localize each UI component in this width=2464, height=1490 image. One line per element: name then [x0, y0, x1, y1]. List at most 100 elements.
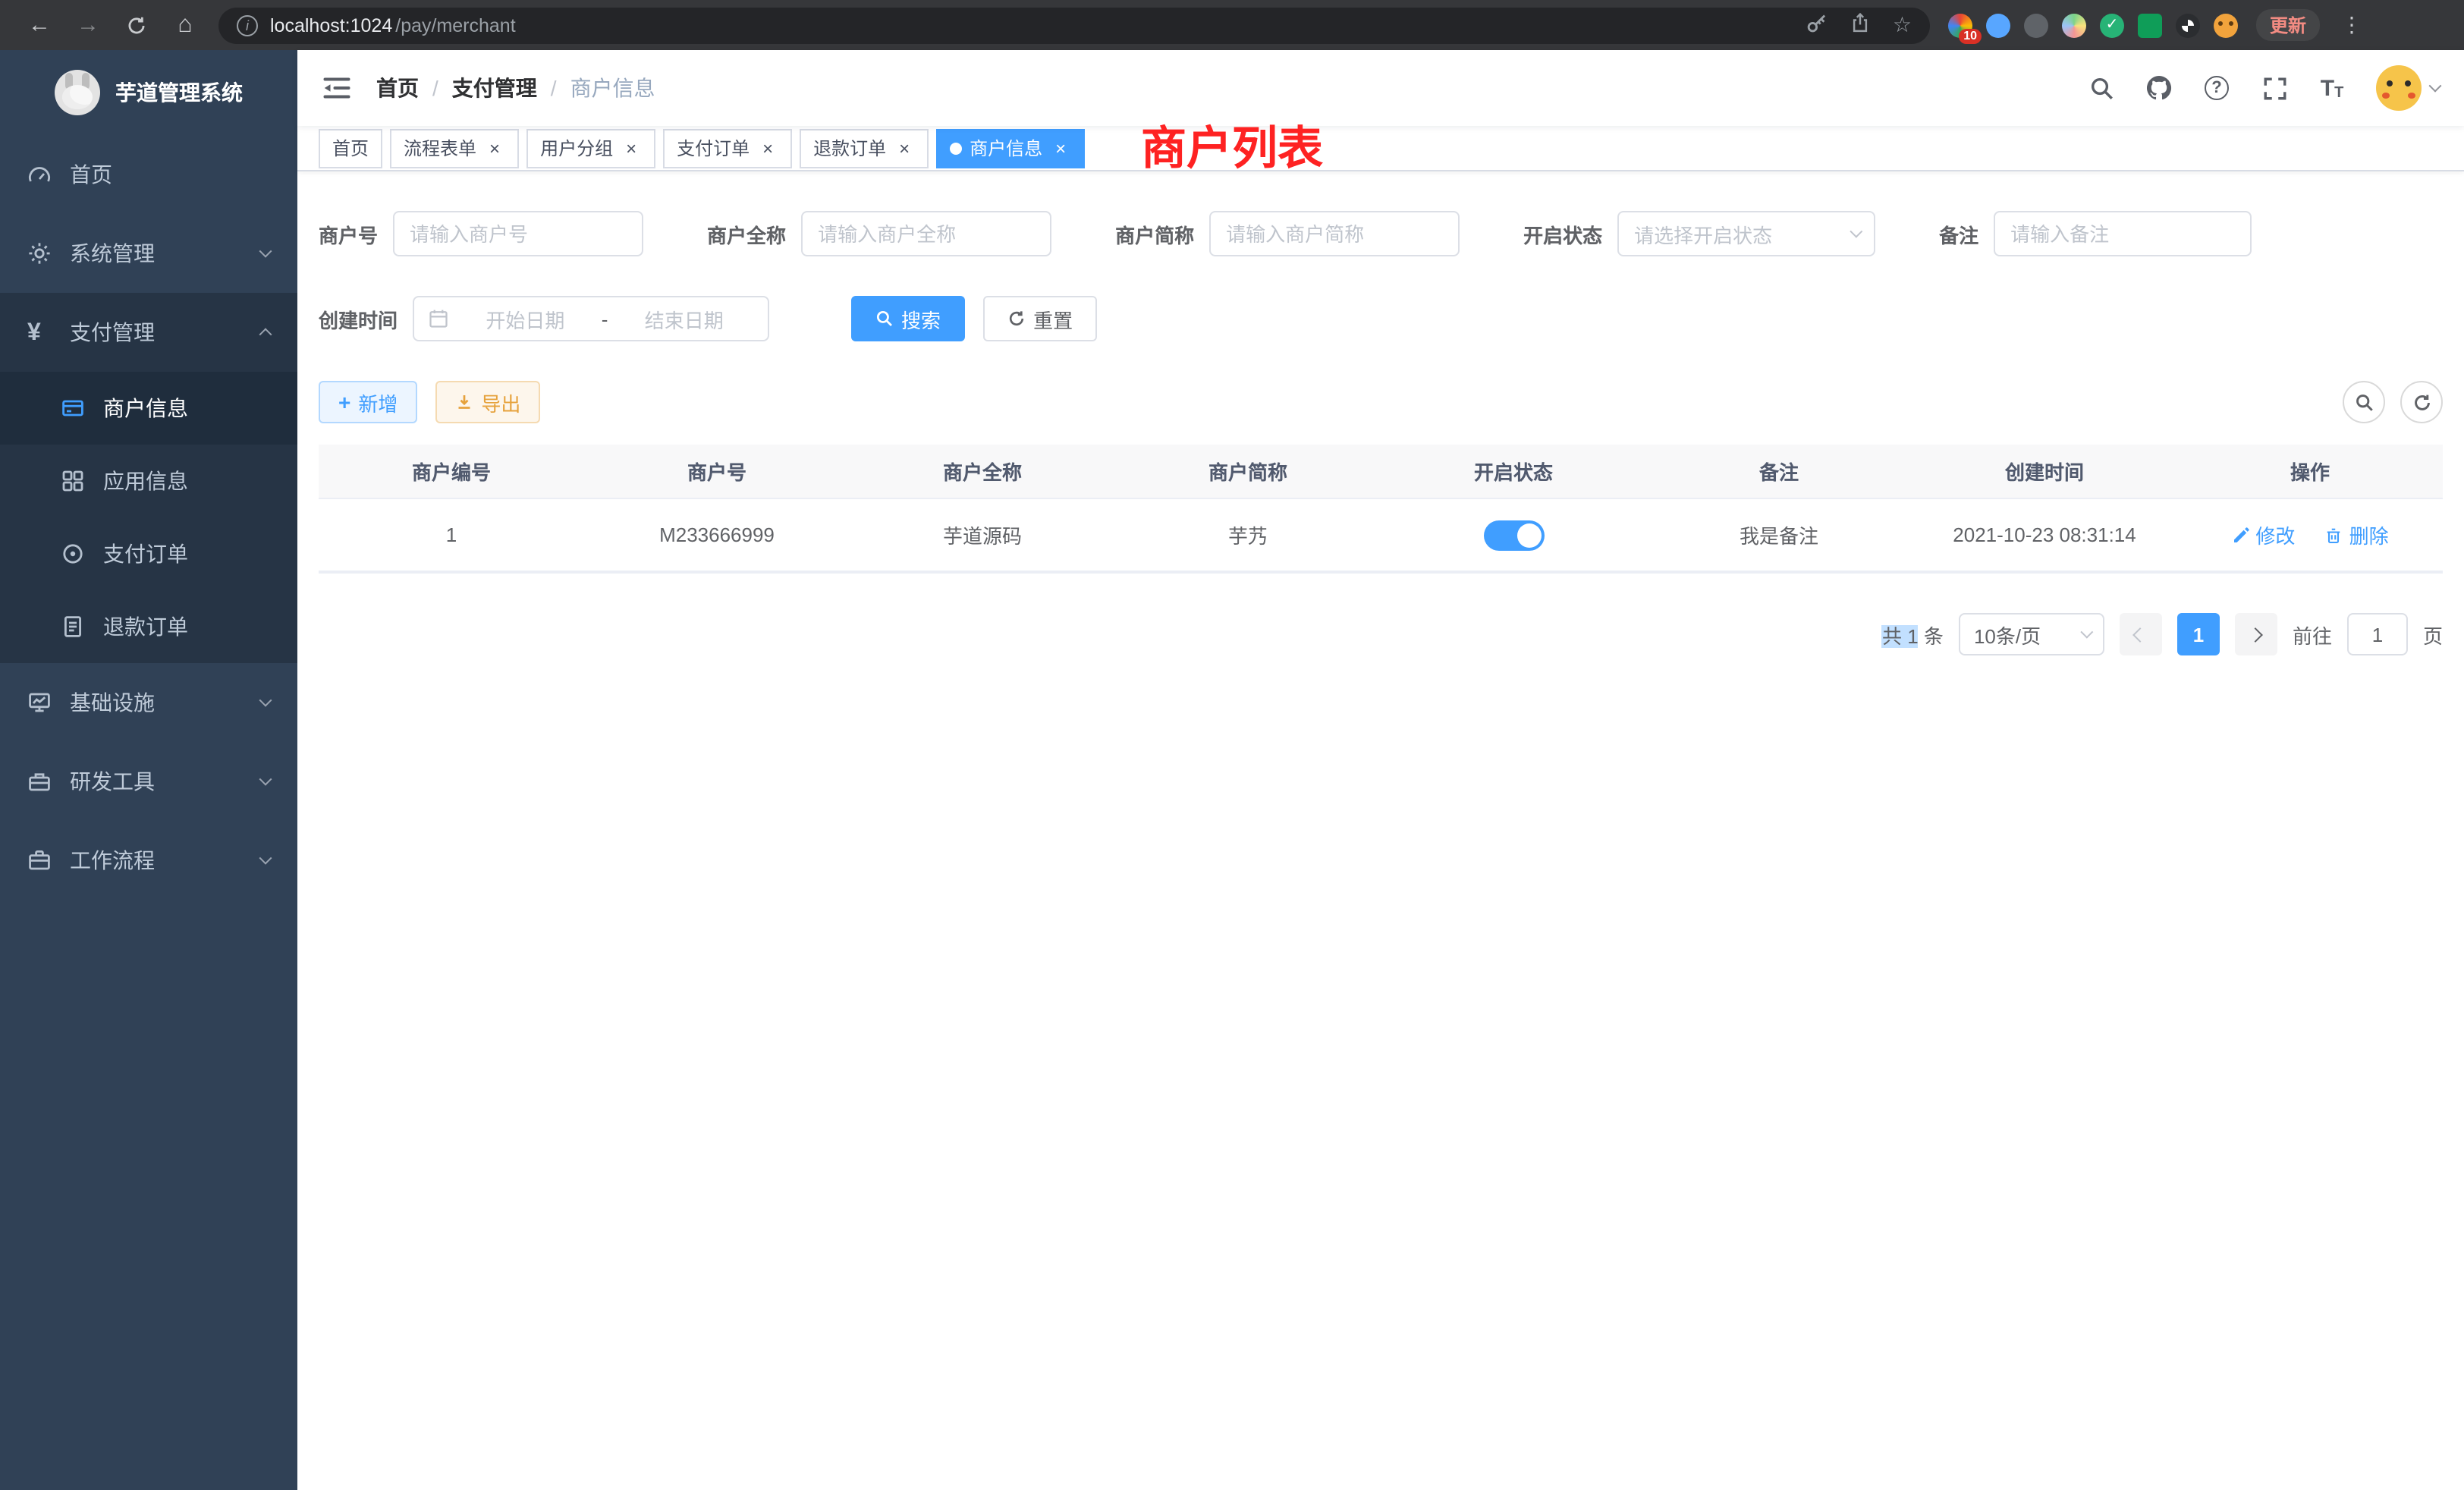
- tab-label: 商户信息: [970, 135, 1042, 161]
- sidebar-item-infrastructure[interactable]: 基础设施: [0, 663, 297, 742]
- add-button[interactable]: 新增: [319, 381, 417, 423]
- header-search-icon[interactable]: [2088, 74, 2115, 102]
- breadcrumb-payment[interactable]: 支付管理: [452, 73, 537, 103]
- bookmark-star-icon[interactable]: [1893, 12, 1912, 38]
- merchant-no-input[interactable]: [393, 211, 643, 256]
- sidebar-item-label: 基础设施: [70, 687, 155, 718]
- browser-chrome: localhost:1024/pay/merchant 10: [0, 0, 2464, 50]
- chevron-left-icon: [2133, 627, 2148, 642]
- tab-refund-order[interactable]: 退款订单: [800, 128, 929, 168]
- sidebar-item-workflow[interactable]: 工作流程: [0, 821, 297, 900]
- column-header: 商户全称: [850, 457, 1115, 486]
- browser-extensions: 10: [1948, 13, 2238, 37]
- tab-merchant-info[interactable]: 商户信息: [936, 128, 1085, 168]
- tab-pay-order[interactable]: 支付订单: [663, 128, 792, 168]
- refresh-icon: [2412, 392, 2431, 412]
- breadcrumb-home[interactable]: 首页: [376, 73, 419, 103]
- document-icon: [61, 615, 85, 639]
- browser-menu-dots-icon[interactable]: [2332, 5, 2371, 45]
- close-icon[interactable]: [1050, 137, 1071, 159]
- search-icon: [875, 310, 894, 328]
- browser-back-icon[interactable]: [20, 5, 59, 45]
- password-key-icon[interactable]: [1806, 11, 1829, 39]
- close-icon[interactable]: [484, 137, 505, 159]
- status-toggle[interactable]: [1483, 520, 1544, 550]
- fullscreen-icon[interactable]: [2261, 74, 2288, 102]
- field-label: 创建时间: [319, 304, 398, 333]
- screen: localhost:1024/pay/merchant 10: [0, 0, 2464, 1490]
- main-area: 首页 支付管理 商户信息: [297, 50, 2464, 1490]
- tab-user-group[interactable]: 用户分组: [526, 128, 655, 168]
- full-name-input[interactable]: [801, 211, 1051, 256]
- short-name-input[interactable]: [1209, 211, 1460, 256]
- github-icon[interactable]: [2145, 74, 2173, 102]
- extension-icon-6[interactable]: [2138, 13, 2162, 37]
- browser-forward-icon[interactable]: [68, 5, 108, 45]
- sidebar-item-app-info[interactable]: 应用信息: [0, 445, 297, 517]
- browser-reload-icon[interactable]: [117, 5, 156, 45]
- sidebar-item-pay-order[interactable]: 支付订单: [0, 517, 297, 590]
- column-header: 开启状态: [1381, 457, 1646, 486]
- sidebar-item-merchant-info[interactable]: 商户信息: [0, 372, 297, 445]
- close-icon[interactable]: [621, 137, 642, 159]
- share-icon[interactable]: [1850, 12, 1872, 38]
- breadcrumb-separator: [432, 76, 438, 100]
- browser-update-button[interactable]: 更新: [2256, 9, 2320, 41]
- extension-icon-3[interactable]: [2024, 13, 2048, 37]
- hide-search-icon-button[interactable]: [2343, 381, 2385, 423]
- font-size-icon[interactable]: [2318, 74, 2346, 102]
- remark-input[interactable]: [1994, 211, 2252, 256]
- reset-button[interactable]: 重置: [983, 296, 1097, 341]
- grid-icon: [61, 469, 85, 493]
- prev-page-button[interactable]: [2120, 613, 2162, 655]
- sidebar-item-system[interactable]: 系统管理: [0, 214, 297, 293]
- browser-home-icon[interactable]: [165, 5, 205, 45]
- url-bar[interactable]: localhost:1024/pay/merchant: [218, 7, 1930, 43]
- app-logo[interactable]: 芋道管理系统: [0, 50, 297, 135]
- sidebar-item-dev-tools[interactable]: 研发工具: [0, 742, 297, 821]
- extension-icon-4[interactable]: [2062, 13, 2086, 37]
- date-range-picker[interactable]: 开始日期 - 结束日期: [413, 296, 769, 341]
- close-icon[interactable]: [757, 137, 778, 159]
- edit-link[interactable]: 修改: [2231, 520, 2295, 549]
- sidebar-item-payment[interactable]: 支付管理: [0, 293, 297, 372]
- page-1-button[interactable]: 1: [2177, 613, 2220, 655]
- page-info-icon[interactable]: [237, 14, 258, 36]
- yen-icon: [27, 320, 52, 344]
- hamburger-icon[interactable]: [322, 73, 352, 103]
- extension-icon-7[interactable]: [2176, 13, 2200, 37]
- cell-short-name: 芋艿: [1115, 520, 1381, 549]
- chevron-down-icon: [259, 245, 272, 258]
- delete-link[interactable]: 删除: [2325, 520, 2389, 549]
- tab-process-form[interactable]: 流程表单: [390, 128, 519, 168]
- extension-icon-8[interactable]: [2214, 13, 2238, 37]
- search-button[interactable]: 搜索: [851, 296, 965, 341]
- refresh-table-button[interactable]: [2400, 381, 2443, 423]
- field-label: 商户全称: [707, 219, 786, 248]
- field-label: 商户号: [319, 219, 378, 248]
- status-select[interactable]: 请选择开启状态: [1617, 211, 1875, 256]
- filter-row-1: 商户号 商户全称 商户简称 开启状态 请选择开启状态: [319, 211, 2443, 256]
- cell-status: [1381, 520, 1646, 550]
- export-button[interactable]: 导出: [435, 381, 540, 423]
- goto-page-input[interactable]: [2347, 613, 2408, 655]
- question-icon[interactable]: [2203, 74, 2230, 102]
- extension-icon-2[interactable]: [1986, 13, 2010, 37]
- extension-icon-1[interactable]: 10: [1948, 13, 1972, 37]
- user-menu[interactable]: [2376, 65, 2440, 111]
- sidebar-item-refund-order[interactable]: 退款订单: [0, 590, 297, 663]
- top-navbar: 首页 支付管理 商户信息: [297, 50, 2464, 126]
- pagination: 共 1 条 10条/页 1 前往 页: [319, 613, 2443, 655]
- close-icon[interactable]: [894, 137, 915, 159]
- button-label: 新增: [358, 388, 398, 417]
- page-size-select[interactable]: 10条/页: [1959, 613, 2104, 655]
- url-host: localhost:1024: [270, 14, 392, 36]
- chevron-up-icon: [259, 328, 272, 341]
- sidebar-item-home[interactable]: 首页: [0, 135, 297, 214]
- next-page-button[interactable]: [2235, 613, 2277, 655]
- tab-home[interactable]: 首页: [319, 128, 382, 168]
- table-row: 1 M233666999 芋道源码 芋艿 我是备注 2021-10-23 08:…: [319, 499, 2443, 572]
- extension-icon-5[interactable]: [2100, 13, 2124, 37]
- search-icon: [2354, 392, 2374, 412]
- calendar-icon: [428, 308, 449, 329]
